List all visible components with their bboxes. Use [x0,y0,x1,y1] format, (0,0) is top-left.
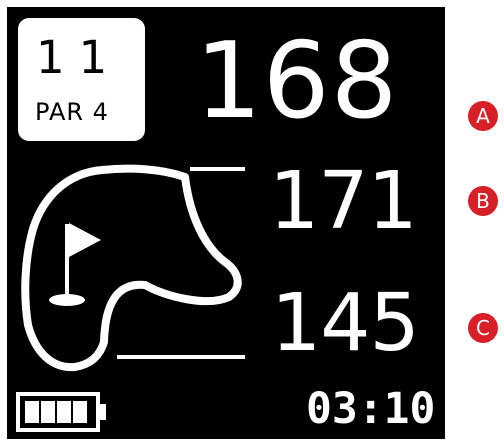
par-label: PAR 4 [35,98,109,126]
flag-icon [49,223,101,306]
hole-number: 11 [36,31,122,84]
clock-time: 03:10 [306,384,436,434]
hole-info-card: 11 PAR 4 [18,18,145,141]
back-distance: 171 [269,155,418,247]
middle-distance: 168 [195,20,399,142]
annotation-marker-c: C [468,313,498,343]
front-distance: 145 [271,277,420,369]
page-root: 11 PAR 4 168 171 145 03:10 A B C [0,0,504,446]
golf-gps-screen: 11 PAR 4 168 171 145 03:10 [7,7,445,439]
annotation-marker-b: B [468,186,498,216]
battery-icon [16,392,106,432]
annotation-marker-a: A [468,101,498,131]
green-outline [21,164,242,372]
